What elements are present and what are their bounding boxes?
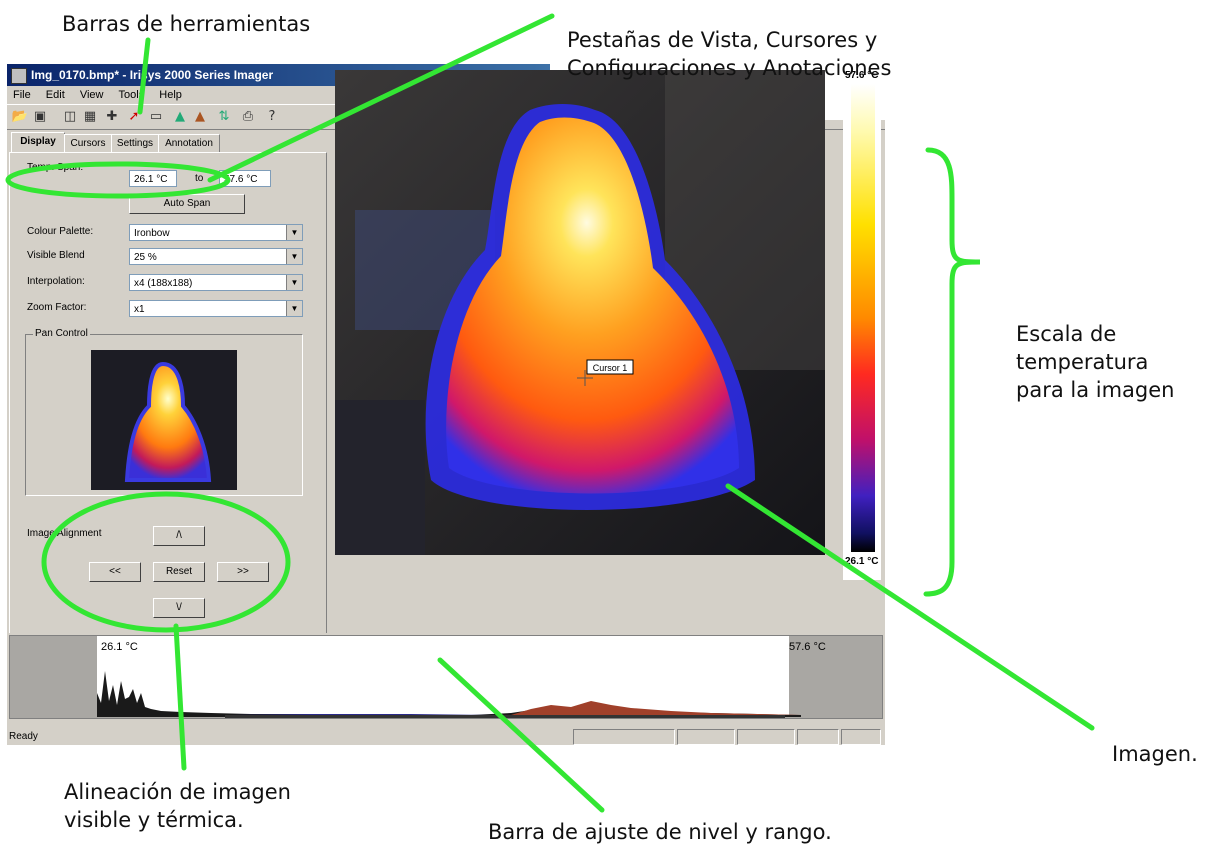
scale-brace [923, 147, 981, 597]
callout-tabs-line1: Pestañas de Vista, Cursores y [567, 28, 878, 52]
callout-range: Barra de ajuste de nivel y rango. [488, 820, 832, 844]
callout-toolbars: Barras de herramientas [62, 12, 311, 36]
alignment-ellipse [41, 491, 291, 633]
image-pointer [725, 483, 1095, 731]
tabs-ellipse [5, 161, 231, 199]
callout-image: Imagen. [1112, 742, 1198, 766]
range-pointer [437, 657, 605, 813]
callout-scale-line2: temperatura [1016, 350, 1149, 374]
toolbar-pointer [137, 37, 151, 115]
callout-scale-line1: Escala de [1016, 322, 1117, 346]
callout-align-line2: visible y térmica. [64, 808, 244, 832]
callout-tabs-line2: Configuraciones y Anotaciones [567, 56, 892, 80]
tabs-pointer [207, 13, 555, 183]
callout-align-line1: Alineación de imagen [64, 780, 291, 804]
annotation-overlay [5, 13, 1095, 813]
alignment-pointer [173, 623, 187, 771]
callout-scale-line3: para la imagen [1016, 378, 1175, 402]
